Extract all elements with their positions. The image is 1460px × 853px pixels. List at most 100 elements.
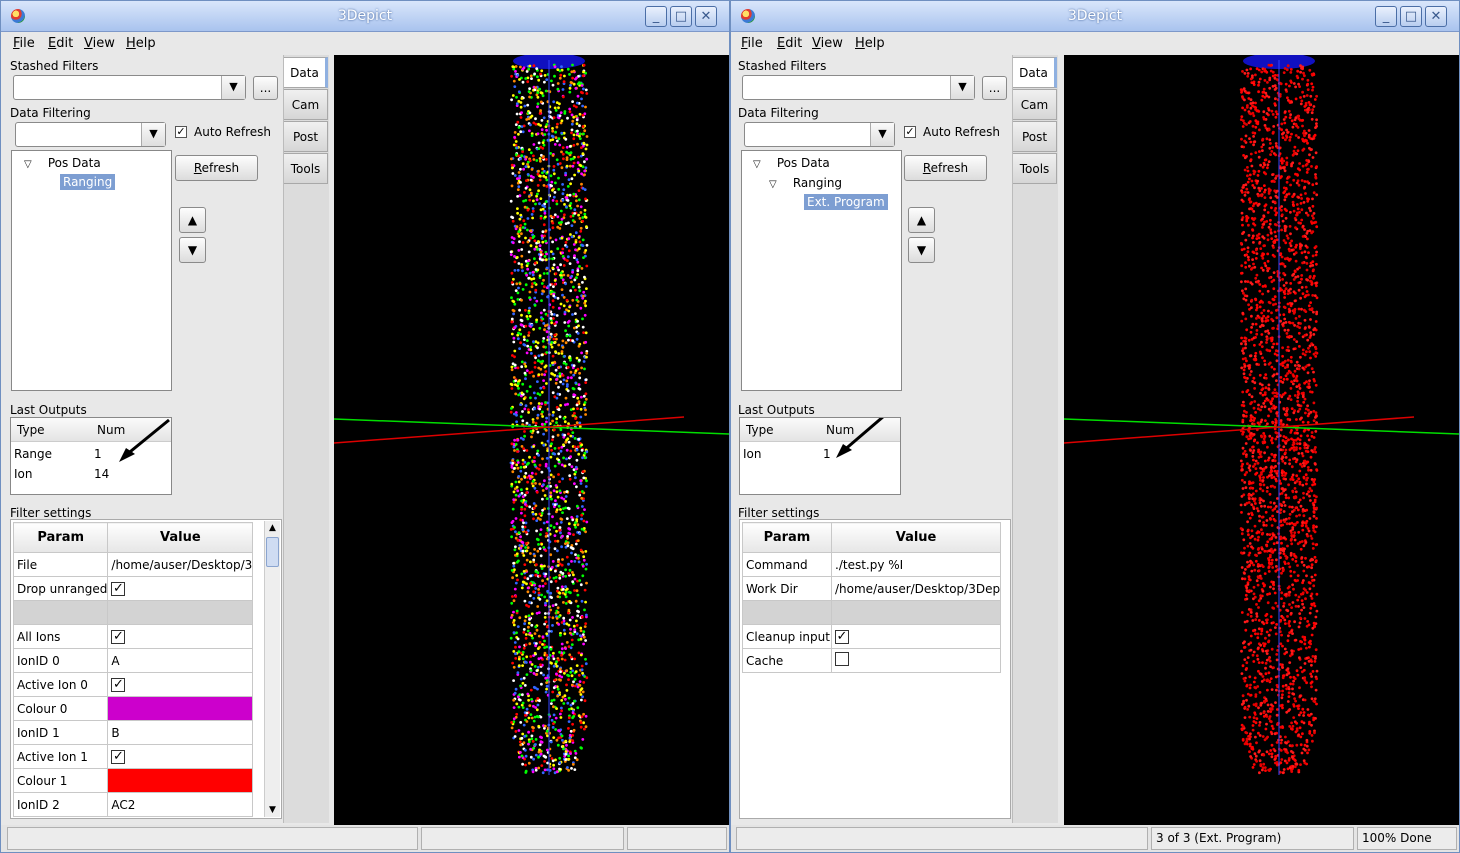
stashed-filters-label: Stashed Filters — [10, 59, 99, 73]
menu-help[interactable]: Help — [126, 36, 156, 51]
colour-swatch[interactable] — [107, 768, 254, 793]
stashed-filters-combo[interactable]: ▼ — [13, 75, 246, 100]
menu-edit[interactable]: Edit — [777, 36, 802, 51]
close-icon[interactable]: ✕ — [695, 6, 717, 27]
scrollbar-thumb[interactable] — [266, 537, 279, 567]
chevron-down-icon[interactable]: ▼ — [141, 123, 165, 146]
tab-cam[interactable]: Cam — [1013, 89, 1057, 120]
menu-help[interactable]: Help — [855, 36, 885, 51]
settings-row[interactable]: All Ions ✓ — [12, 624, 254, 649]
move-up-button[interactable]: ▲ — [908, 207, 935, 233]
tree-item-ranging[interactable]: Ranging — [60, 174, 116, 190]
value-checkbox[interactable]: ✓ — [111, 582, 126, 596]
value-cell[interactable] — [830, 648, 1002, 673]
settings-row[interactable]: Cache — [742, 648, 1002, 673]
expander-icon[interactable]: ▽ — [24, 159, 36, 170]
tab-cam[interactable]: Cam — [284, 89, 328, 120]
tab-data[interactable]: Data — [284, 57, 328, 88]
move-down-button[interactable]: ▼ — [908, 237, 935, 263]
chevron-down-icon[interactable]: ▼ — [950, 76, 974, 99]
title-bar[interactable]: 3Depict _ □ ✕ — [1, 1, 729, 32]
tab-tools[interactable]: Tools — [284, 153, 328, 184]
value-cell[interactable]: ✓ — [107, 624, 254, 649]
minimize-icon[interactable]: _ — [1375, 6, 1397, 27]
settings-row[interactable]: IonID 2 AC2 — [12, 792, 254, 817]
filter-tree[interactable]: ▽ Pos Data Ranging — [11, 150, 172, 391]
title-bar[interactable]: 3Depict _ □ ✕ — [731, 1, 1459, 32]
filter-add-combo[interactable]: ▼ — [15, 122, 166, 147]
settings-row[interactable]: IonID 0A — [12, 648, 254, 673]
chevron-down-icon[interactable]: ▼ — [870, 123, 894, 146]
settings-row[interactable]: IonID 1B — [12, 720, 254, 745]
filter-tree[interactable]: ▽ Pos Data ▽ Ranging Ext. Program — [741, 150, 902, 391]
value-cell[interactable]: ✓ — [107, 672, 254, 697]
maximize-icon[interactable]: □ — [670, 6, 692, 27]
tab-data[interactable]: Data — [1013, 57, 1057, 88]
tree-item-ext-program[interactable]: Ext. Program — [804, 194, 888, 210]
expander-icon[interactable]: ▽ — [769, 179, 781, 190]
stash-options-button[interactable]: ... — [253, 76, 278, 100]
point-cloud-canvas[interactable] — [334, 55, 730, 825]
menu-view[interactable]: View — [812, 36, 843, 51]
menu-view[interactable]: View — [84, 36, 115, 51]
value-cell[interactable]: ✓ — [107, 744, 254, 769]
settings-row[interactable]: Active Ion 1 ✓ — [12, 744, 254, 769]
value-checkbox[interactable] — [835, 652, 849, 666]
tree-item-pos-data[interactable]: ▽ Pos Data — [753, 156, 830, 170]
point-cloud-canvas[interactable] — [1064, 55, 1460, 825]
settings-row[interactable]: Command ./test.py %I — [742, 552, 1002, 577]
tab-tools[interactable]: Tools — [1013, 153, 1057, 184]
menu-file[interactable]: File — [13, 36, 35, 51]
settings-row[interactable]: Colour 0 — [12, 696, 254, 721]
stashed-filters-combo[interactable]: ▼ — [742, 75, 975, 100]
value-cell[interactable]: A — [107, 648, 254, 673]
stash-options-button[interactable]: ... — [982, 76, 1007, 100]
settings-row[interactable]: Work Dir/home/auser/Desktop/3Dep — [742, 576, 1002, 601]
close-icon[interactable]: ✕ — [1425, 6, 1447, 27]
filter-add-combo[interactable]: ▼ — [744, 122, 895, 147]
refresh-button[interactable]: Refresh — [904, 155, 987, 181]
value-cell[interactable]: AC2 — [107, 792, 254, 817]
value-checkbox[interactable]: ✓ — [111, 750, 126, 764]
scroll-up-icon[interactable]: ▲ — [265, 521, 280, 535]
menu-file[interactable]: File — [741, 36, 763, 51]
tab-post[interactable]: Post — [1013, 121, 1057, 152]
value-checkbox[interactable]: ✓ — [835, 630, 849, 644]
tree-item-pos-data[interactable]: ▽ Pos Data — [24, 156, 101, 170]
settings-row[interactable]: Colour 1 — [12, 768, 254, 793]
scroll-down-icon[interactable]: ▼ — [265, 803, 280, 817]
value-cell[interactable]: /home/auser/Desktop/3Dep — [830, 576, 1002, 601]
settings-row[interactable]: Active Ion 0 ✓ — [12, 672, 254, 697]
move-down-button[interactable]: ▼ — [179, 237, 206, 263]
settings-row[interactable]: Cleanup input ✓ — [742, 624, 1002, 649]
refresh-button[interactable]: Refresh — [175, 155, 258, 181]
maximize-icon[interactable]: □ — [1400, 6, 1422, 27]
outputs-header-type: Type — [746, 423, 774, 437]
menu-edit[interactable]: Edit — [48, 36, 73, 51]
value-checkbox[interactable]: ✓ — [111, 630, 126, 644]
expander-icon[interactable]: ▽ — [753, 159, 765, 170]
value-cell[interactable]: ./test.py %I — [830, 552, 1002, 577]
tree-item-ranging[interactable]: ▽ Ranging — [769, 176, 842, 190]
3d-viewport[interactable] — [334, 55, 730, 825]
auto-refresh-label: Auto Refresh — [194, 125, 271, 139]
value-checkbox[interactable]: ✓ — [111, 678, 126, 692]
filter-settings-grid[interactable]: Param Value File/home/auser/Desktop/3 Dro… — [10, 519, 282, 819]
vertical-scrollbar[interactable]: ▲ ▼ — [264, 521, 280, 817]
value-cell[interactable]: ✓ — [107, 576, 254, 601]
filter-settings-grid[interactable]: Param Value Command ./test.py %I Work Dir /… — [739, 519, 1011, 819]
auto-refresh-checkbox[interactable]: ✓ — [904, 126, 916, 138]
minimize-icon[interactable]: _ — [645, 6, 667, 27]
settings-row[interactable]: File/home/auser/Desktop/3 — [12, 552, 254, 577]
value-cell[interactable]: B — [107, 720, 254, 745]
chevron-down-icon[interactable]: ▼ — [221, 76, 245, 99]
tab-post[interactable]: Post — [284, 121, 328, 152]
settings-row[interactable]: Drop unranged ✓ — [12, 576, 254, 601]
param-cell: Cache — [742, 648, 832, 673]
value-cell[interactable]: /home/auser/Desktop/3 — [107, 552, 254, 577]
auto-refresh-checkbox[interactable]: ✓ — [175, 126, 187, 138]
3d-viewport[interactable] — [1064, 55, 1460, 825]
colour-swatch[interactable] — [107, 696, 254, 721]
value-cell[interactable]: ✓ — [830, 624, 1002, 649]
move-up-button[interactable]: ▲ — [179, 207, 206, 233]
